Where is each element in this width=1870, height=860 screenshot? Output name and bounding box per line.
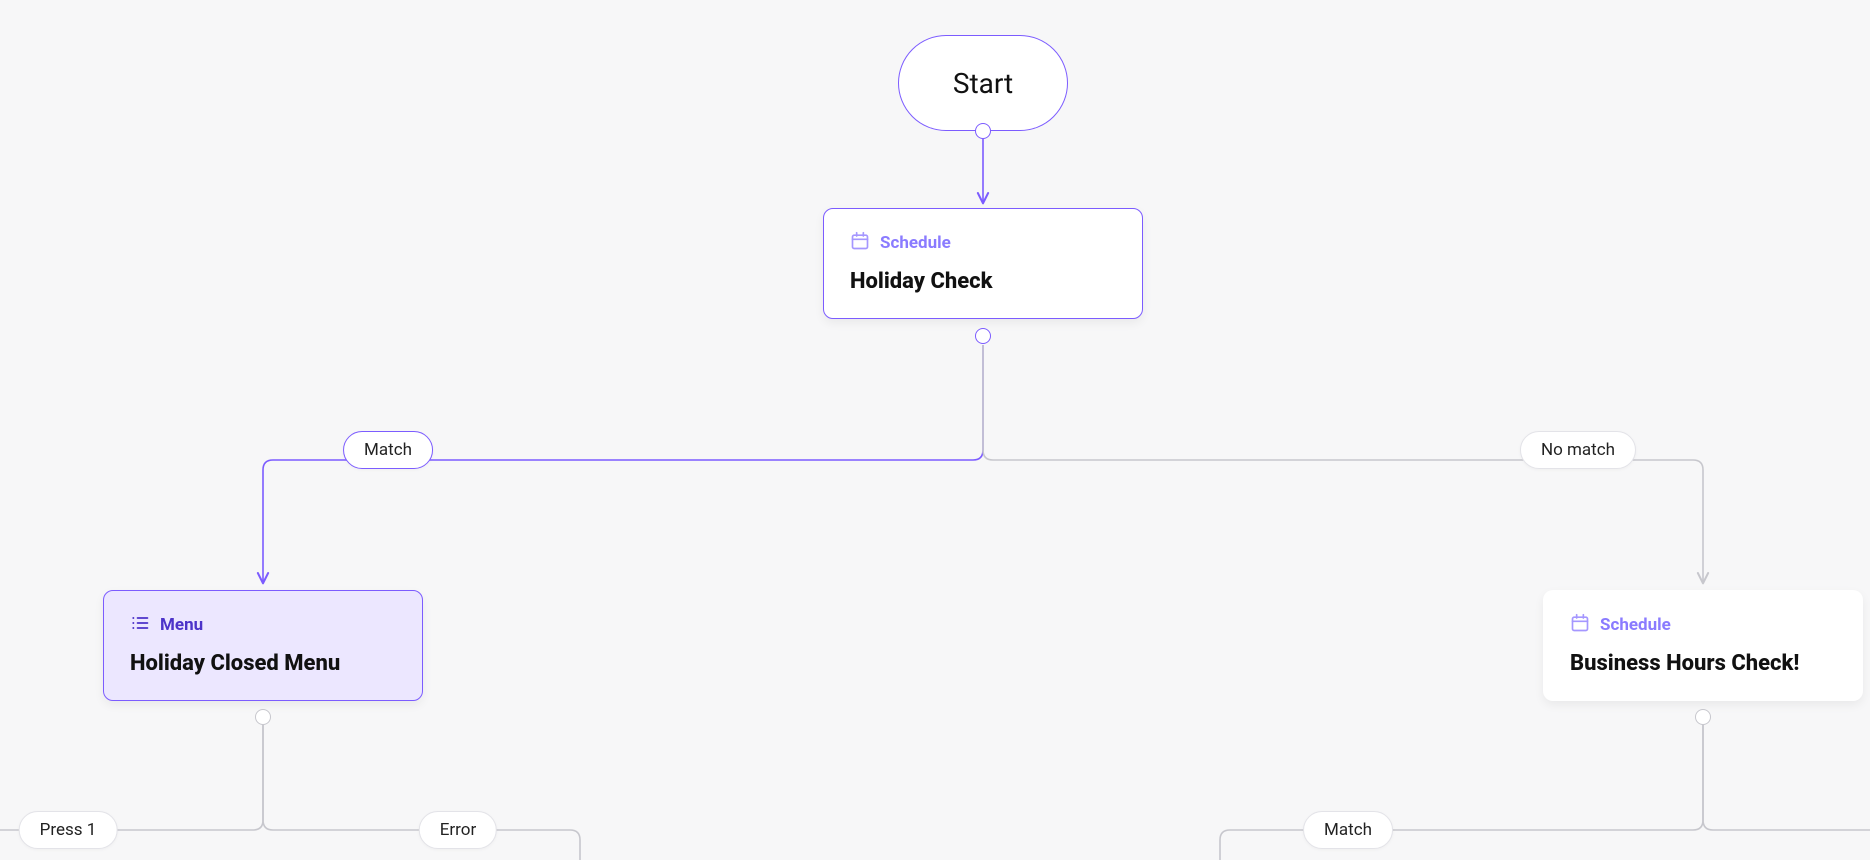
port-business-out[interactable]: [1695, 709, 1711, 725]
edge-label-press1[interactable]: Press 1: [19, 811, 118, 849]
calendar-icon: [1570, 613, 1590, 637]
port-holiday-out[interactable]: [975, 328, 991, 344]
node-type-label: Schedule: [1600, 615, 1671, 635]
edge-label-error[interactable]: Error: [419, 811, 497, 849]
node-title: Holiday Closed Menu: [130, 651, 396, 676]
port-menu-out[interactable]: [255, 709, 271, 725]
start-node[interactable]: Start: [898, 35, 1068, 131]
edge-business-match: [1220, 725, 1703, 860]
start-label: Start: [953, 67, 1013, 100]
node-type-row: Menu: [130, 613, 396, 637]
node-title: Holiday Check: [850, 269, 1116, 294]
edge-label-match[interactable]: Match: [343, 431, 433, 469]
edge-label-match2[interactable]: Match: [1303, 811, 1393, 849]
edge-business-right: [1703, 725, 1870, 830]
node-type-label: Schedule: [880, 233, 951, 253]
calendar-icon: [850, 231, 870, 255]
node-holiday-closed-menu[interactable]: Menu Holiday Closed Menu: [103, 590, 423, 701]
port-start-out[interactable]: [975, 123, 991, 139]
menu-list-icon: [130, 613, 150, 637]
node-holiday-check[interactable]: Schedule Holiday Check: [823, 208, 1143, 319]
node-title: Business Hours Check!: [1570, 651, 1836, 676]
node-type-row: Schedule: [1570, 613, 1836, 637]
node-type-label: Menu: [160, 615, 203, 635]
edge-label-no-match[interactable]: No match: [1520, 431, 1636, 469]
node-type-row: Schedule: [850, 231, 1116, 255]
node-business-hours-check[interactable]: Schedule Business Hours Check!: [1543, 590, 1863, 701]
flow-canvas[interactable]: Start Schedule Holiday Check: [0, 0, 1870, 860]
